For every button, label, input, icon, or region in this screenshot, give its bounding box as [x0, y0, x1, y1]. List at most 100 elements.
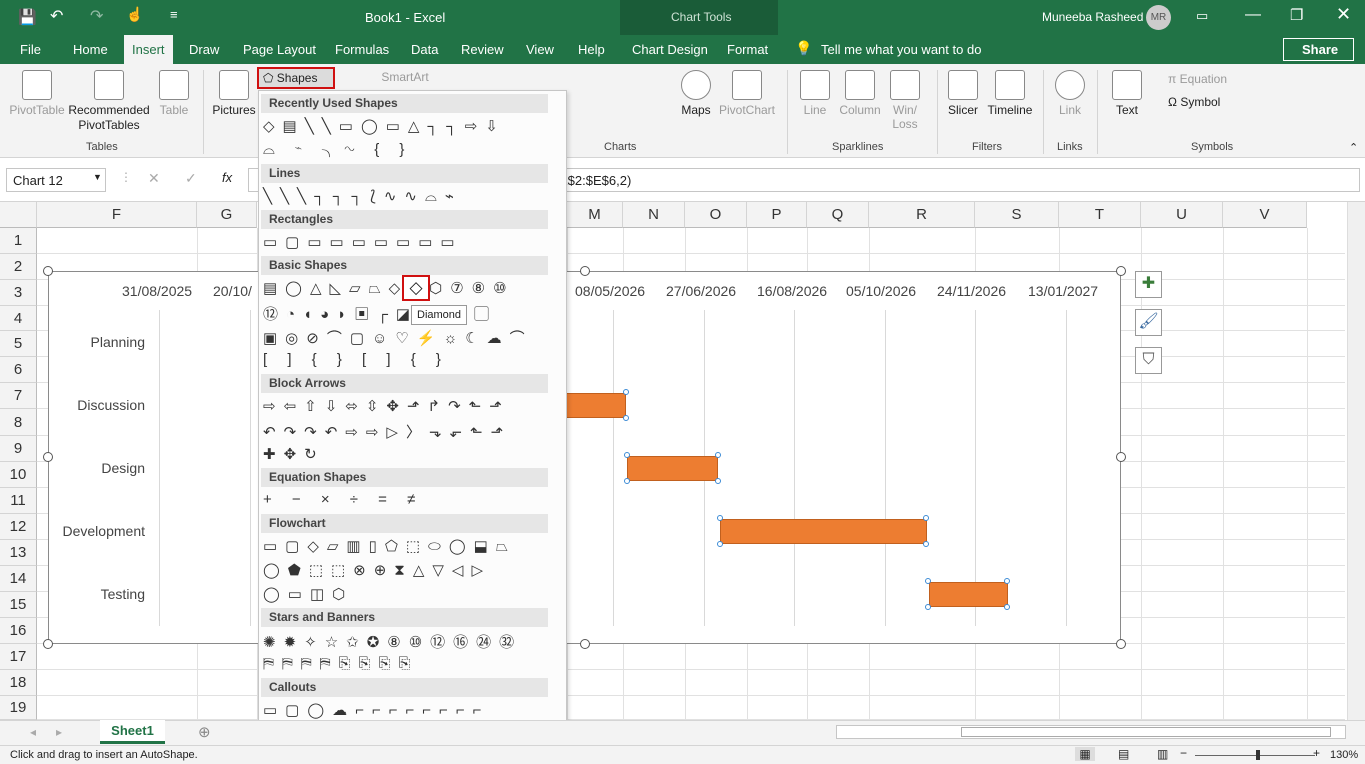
- chart-filters-button[interactable]: ⛉: [1135, 347, 1162, 374]
- column-header[interactable]: G: [197, 202, 257, 228]
- shape-row-block-arrows[interactable]: ↶↷↷↶⇨⇨▷〉⬎⬐⬑⬏: [263, 421, 511, 443]
- series-handle[interactable]: [923, 541, 929, 547]
- zoom-in-icon[interactable]: +: [1313, 746, 1320, 760]
- tab-view[interactable]: View: [526, 42, 554, 57]
- page-break-view-icon[interactable]: ▥: [1157, 747, 1168, 761]
- column-header[interactable]: R: [869, 202, 975, 228]
- enter-icon[interactable]: ✓: [185, 170, 197, 187]
- gantt-bar-testing[interactable]: [929, 582, 1008, 607]
- shape-row-banners[interactable]: ⛿⛿⛿⛿⎘⎘⎘⎘: [263, 655, 419, 677]
- add-sheet-icon[interactable]: ⊕: [198, 723, 211, 741]
- row-header[interactable]: 16: [0, 618, 37, 644]
- zoom-out-icon[interactable]: −: [1180, 746, 1187, 760]
- cancel-icon[interactable]: ✕: [148, 170, 160, 187]
- column-header[interactable]: P: [747, 202, 807, 228]
- link-button[interactable]: Link: [1053, 70, 1087, 117]
- resize-handle[interactable]: [43, 639, 53, 649]
- shape-row-block-arrows[interactable]: ✚✥↻: [263, 445, 325, 467]
- series-handle[interactable]: [717, 515, 723, 521]
- sparkline-winloss-button[interactable]: Win/ Loss: [888, 70, 922, 131]
- zoom-slider-thumb[interactable]: [1256, 750, 1260, 760]
- column-header[interactable]: M: [567, 202, 623, 228]
- pictures-button[interactable]: Pictures: [210, 70, 258, 117]
- scroll-left-icon[interactable]: ◂: [30, 725, 36, 739]
- scroll-thumb[interactable]: [961, 727, 1331, 737]
- redo-icon[interactable]: ↷: [90, 6, 103, 26]
- shape-row-stars[interactable]: ✺✹✧☆✩✪⑧⑩⑫⑯㉔㉜: [263, 631, 522, 653]
- shapes-button[interactable]: ⬠ Shapes ⌄: [257, 67, 335, 99]
- shape-row-basic[interactable]: ▤◯△◺▱⏢◇⬠⬡⑦⑧⑩: [263, 279, 515, 301]
- row-header[interactable]: 7: [0, 383, 37, 409]
- horizontal-scrollbar[interactable]: [836, 725, 1346, 739]
- timeline-button[interactable]: Timeline: [986, 70, 1034, 117]
- vertical-scrollbar[interactable]: [1347, 202, 1365, 720]
- resize-handle[interactable]: [580, 639, 590, 649]
- sheet-tab[interactable]: Sheet1: [100, 720, 165, 744]
- column-header[interactable]: N: [623, 202, 685, 228]
- shape-row-flowchart[interactable]: ◯▭◫⬡: [263, 585, 353, 607]
- row-header[interactable]: 17: [0, 644, 37, 670]
- minimize-icon[interactable]: —: [1245, 6, 1261, 24]
- symbol-button[interactable]: Ω Symbol: [1168, 95, 1220, 109]
- slicer-button[interactable]: Slicer: [944, 70, 982, 117]
- zoom-slider[interactable]: [1195, 755, 1315, 756]
- ribbon-display-icon[interactable]: ▭: [1196, 8, 1208, 24]
- series-handle[interactable]: [623, 415, 629, 421]
- shape-row-block-arrows[interactable]: ⇨⇦⇧⇩⬄⇳✥⬏↱↷⬑⬏: [263, 397, 510, 419]
- series-handle[interactable]: [925, 578, 931, 584]
- tab-help[interactable]: Help: [578, 42, 605, 57]
- tab-page-layout[interactable]: Page Layout: [243, 42, 316, 57]
- table-button[interactable]: Table: [155, 70, 193, 117]
- row-header[interactable]: 19: [0, 696, 37, 720]
- row-header[interactable]: 4: [0, 306, 37, 331]
- series-handle[interactable]: [624, 452, 630, 458]
- sparkline-line-button[interactable]: Line: [800, 70, 830, 117]
- shape-row-lines[interactable]: ╲╲╲┐┐┐⟅∿∿⌓⌁: [263, 187, 462, 209]
- chart-elements-button[interactable]: ✚: [1135, 271, 1162, 298]
- shape-row-basic[interactable]: ▣◎⊘⌒▢☺♡⚡☼☾☁⌒: [263, 327, 533, 349]
- shape-row-recent[interactable]: ⌓ ⌁ ╮∿ { }: [263, 141, 412, 163]
- gantt-chart[interactable]: 31/08/2025 20/10/08/05/2026 27/06/2026 16/0…: [48, 271, 1121, 644]
- restore-icon[interactable]: ❐: [1290, 6, 1303, 24]
- undo-icon[interactable]: ↶: [50, 6, 63, 26]
- gantt-bar-discussion[interactable]: [564, 393, 626, 418]
- gantt-bar-development[interactable]: [720, 519, 927, 544]
- user-name[interactable]: Muneeba Rasheed: [1042, 10, 1143, 24]
- tab-file[interactable]: File: [20, 42, 41, 57]
- save-icon[interactable]: 💾: [18, 8, 37, 26]
- row-header[interactable]: 14: [0, 566, 37, 592]
- series-handle[interactable]: [715, 478, 721, 484]
- column-header[interactable]: O: [685, 202, 747, 228]
- shape-row-equation[interactable]: + − × ÷ = ≠: [263, 491, 423, 513]
- tab-review[interactable]: Review: [461, 42, 504, 57]
- tab-chart-design[interactable]: Chart Design: [632, 42, 708, 57]
- shapes-gallery[interactable]: Recently Used Shapes ◇▤╲╲▭◯▭△┐┐⇨⇩ ⌓ ⌁ ╮∿…: [258, 90, 567, 757]
- pivotchart-button[interactable]: PivotChart: [716, 70, 778, 117]
- equation-button[interactable]: π Equation: [1168, 72, 1227, 86]
- tab-data[interactable]: Data: [411, 42, 438, 57]
- tab-draw[interactable]: Draw: [189, 42, 219, 57]
- close-icon[interactable]: ✕: [1336, 4, 1351, 25]
- series-handle[interactable]: [1004, 578, 1010, 584]
- series-handle[interactable]: [717, 541, 723, 547]
- column-header[interactable]: U: [1141, 202, 1223, 228]
- select-all-corner[interactable]: [0, 202, 37, 228]
- normal-view-icon[interactable]: ▦: [1075, 747, 1095, 761]
- row-header[interactable]: 18: [0, 670, 37, 696]
- row-header[interactable]: 12: [0, 514, 37, 540]
- chart-styles-button[interactable]: 🖌: [1135, 309, 1162, 336]
- shape-row-flowchart[interactable]: ◯⬟⬚⬚⊗⊕⧗△▽◁▷: [263, 561, 491, 583]
- column-header[interactable]: T: [1059, 202, 1141, 228]
- series-handle[interactable]: [923, 515, 929, 521]
- text-button[interactable]: Text: [1110, 70, 1144, 117]
- pivottable-button[interactable]: PivotTable: [8, 70, 66, 117]
- row-header[interactable]: 3: [0, 280, 37, 306]
- row-header[interactable]: 1: [0, 228, 37, 254]
- gantt-bar-design[interactable]: [627, 456, 718, 481]
- resize-handle[interactable]: [43, 452, 53, 462]
- shape-row-flowchart[interactable]: ▭▢◇▱▥▯⬠⬚⬭◯⬓⏢: [263, 537, 516, 559]
- zoom-level[interactable]: 130%: [1330, 749, 1358, 761]
- row-header[interactable]: 10: [0, 462, 37, 488]
- name-box[interactable]: Chart 12 ▼: [6, 168, 106, 192]
- tell-me-search[interactable]: Tell me what you want to do: [821, 42, 981, 57]
